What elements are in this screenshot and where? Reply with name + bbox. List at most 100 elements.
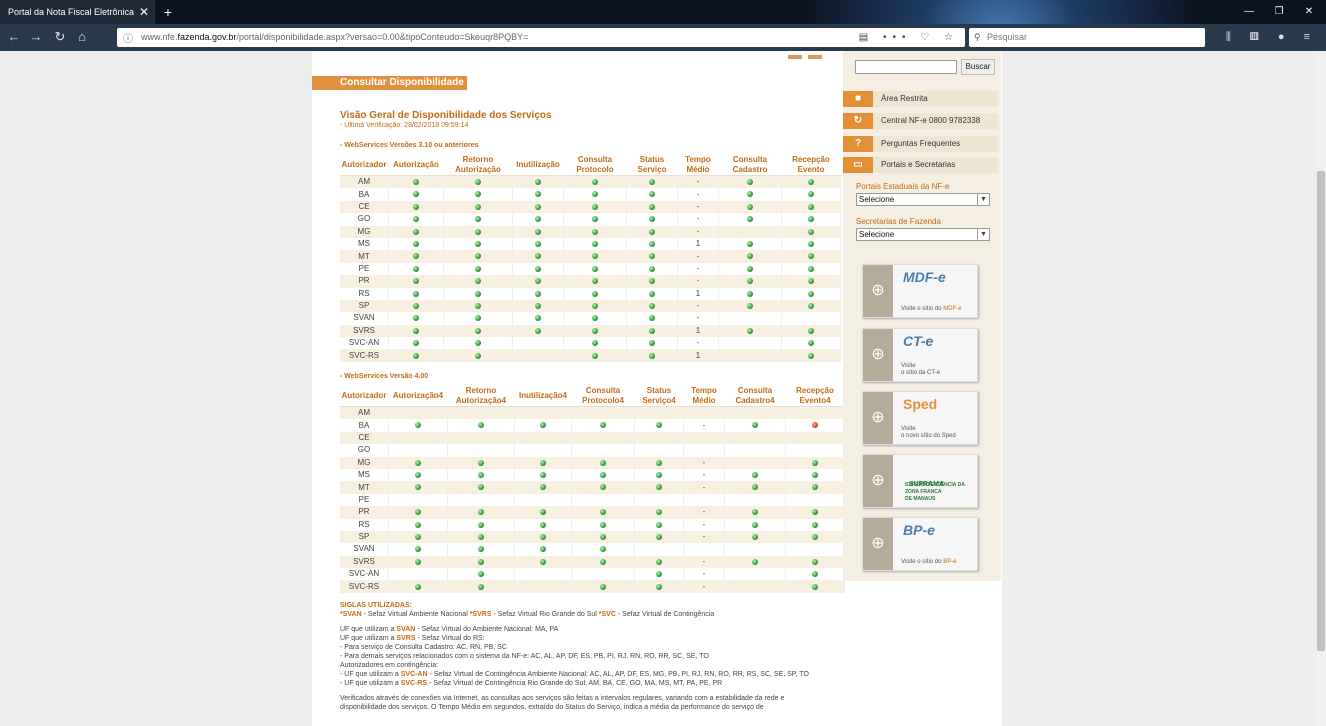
table-row: CE - — [340, 200, 841, 214]
portais-select[interactable]: Selecione ▼ — [856, 193, 990, 206]
new-tab-icon[interactable]: + — [160, 0, 176, 24]
status-cell — [514, 431, 572, 445]
status-ok-icon — [808, 302, 814, 309]
top-button[interactable] — [788, 55, 802, 59]
minimize-icon[interactable]: — — [1234, 0, 1264, 24]
site-search-input[interactable] — [855, 60, 957, 74]
scrollbar-thumb[interactable] — [1317, 171, 1325, 651]
status-ok-icon — [415, 422, 421, 429]
status-cell — [571, 468, 635, 482]
status-cell — [571, 555, 635, 569]
sidebar-item-faq[interactable]: ? Perguntas Frequentes — [843, 136, 998, 152]
status-ok-icon — [649, 265, 655, 272]
status-ok-icon — [747, 179, 753, 186]
info-icon[interactable]: ⓘ — [123, 30, 133, 45]
autorizador-cell: SVRS — [340, 555, 389, 569]
status-ok-icon — [413, 278, 419, 285]
status-ok-icon — [535, 203, 541, 210]
top-button[interactable] — [808, 55, 822, 59]
banner-bpe[interactable]: ⊕ BP-e Visite o sítio do BP-e — [862, 517, 978, 571]
scrollbar[interactable] — [1316, 51, 1326, 726]
home-icon[interactable]: ⌂ — [72, 28, 92, 46]
status-cell — [563, 287, 627, 300]
status-ok-icon — [600, 533, 606, 540]
page-actions-icon[interactable]: ▤ ••• ♡ ☆ — [859, 28, 959, 47]
status-cell: - — [677, 299, 719, 313]
status-cell — [785, 543, 845, 556]
status-ok-icon — [812, 484, 818, 491]
status-cell — [718, 299, 782, 313]
status-cell — [781, 262, 841, 276]
status-cell — [388, 287, 444, 300]
secretarias-select[interactable]: Selecione ▼ — [856, 228, 990, 241]
status-ok-icon — [600, 472, 606, 479]
browser-search-input[interactable]: ⚲ Pesquisar — [969, 28, 1205, 47]
status-cell — [785, 580, 845, 593]
status-ok-icon — [413, 315, 419, 322]
status-ok-icon — [752, 533, 758, 540]
status-cell — [781, 188, 841, 201]
status-cell — [563, 237, 627, 251]
status-cell — [626, 237, 678, 251]
maximize-icon[interactable]: ❐ — [1264, 0, 1294, 24]
status-ok-icon — [600, 558, 606, 565]
column-header: Recepção Evento — [781, 155, 841, 176]
banner-cte[interactable]: ⊕ CT-e Visite o sítio da CT-e — [862, 328, 978, 382]
status-ok-icon — [656, 521, 662, 528]
status-ok-icon — [592, 191, 598, 198]
status-ok-icon — [649, 179, 655, 186]
status-ok-icon — [413, 340, 419, 347]
status-cell — [781, 287, 841, 300]
status-ok-icon — [535, 228, 541, 235]
status-ok-icon — [478, 571, 484, 578]
close-icon[interactable]: ✕ — [139, 0, 149, 24]
status-cell — [785, 518, 845, 531]
status-cell — [514, 555, 572, 569]
status-cell — [626, 175, 678, 189]
status-cell: - — [677, 213, 719, 226]
browser-tab[interactable]: Portal da Nota Fiscal Eletrônica ✕ — [0, 0, 155, 24]
status-cell — [443, 287, 513, 300]
status-cell — [512, 324, 564, 338]
status-cell: - — [683, 518, 725, 531]
status-cell — [571, 506, 635, 519]
status-cell — [512, 200, 564, 214]
status-cell — [563, 200, 627, 214]
status-ok-icon — [752, 484, 758, 491]
chevron-down-icon: ▼ — [977, 194, 989, 205]
toolbar-icons[interactable]: ⫼ ▥ ● ≡ — [1226, 28, 1318, 47]
portais-label: Portais Estaduais da NF-e — [856, 182, 950, 191]
reload-icon[interactable]: ↻ — [50, 28, 70, 46]
status-cell — [718, 237, 782, 251]
table-row: AM - — [340, 175, 841, 189]
status-cell — [785, 506, 845, 519]
banner-sped[interactable]: ⊕ Sped Visite o novo sítio do Sped — [862, 391, 978, 445]
back-icon[interactable]: ← — [4, 28, 24, 46]
url-bar[interactable]: ⓘ www.nfe.fazenda.gov.br/portal/disponib… — [117, 28, 965, 47]
window-close-icon[interactable]: ✕ — [1294, 0, 1324, 24]
status-ok-icon — [747, 278, 753, 285]
status-ok-icon — [592, 278, 598, 285]
table-row: SVRS 1 — [340, 324, 841, 338]
sidebar-item-portais[interactable]: ▭ Portais e Secretarias — [843, 157, 998, 173]
status-cell — [626, 213, 678, 226]
column-header: Retorno Autorização4 — [447, 386, 515, 407]
forward-icon[interactable]: → — [26, 28, 46, 46]
sidebar-item-area-restrita[interactable]: ■ Área Restrita — [843, 91, 998, 107]
status-cell — [785, 530, 845, 544]
status-ok-icon — [812, 558, 818, 565]
status-cell — [634, 555, 684, 569]
banner-suframa[interactable]: ⊕ SUFRAMA SUPERINTENDÊNCIA DA ZONA FRANCA D… — [862, 454, 978, 508]
status-ok-icon — [535, 290, 541, 297]
search-button[interactable]: Buscar — [961, 59, 995, 75]
sidebar-item-central[interactable]: ↻ Central NF-e 0800 9782338 — [843, 113, 998, 129]
status-cell — [443, 250, 513, 263]
legend-line: - Para demais serviços relacionados com … — [340, 653, 709, 660]
status-cell — [634, 444, 684, 457]
status-cell — [724, 406, 786, 420]
banner-mdfe[interactable]: ⊕ MDF-e Visite o sítio do MDF-e — [862, 264, 978, 318]
status-ok-icon — [656, 484, 662, 491]
status-cell — [718, 275, 782, 288]
status-ok-icon — [649, 302, 655, 309]
status-cell: - — [677, 312, 719, 325]
